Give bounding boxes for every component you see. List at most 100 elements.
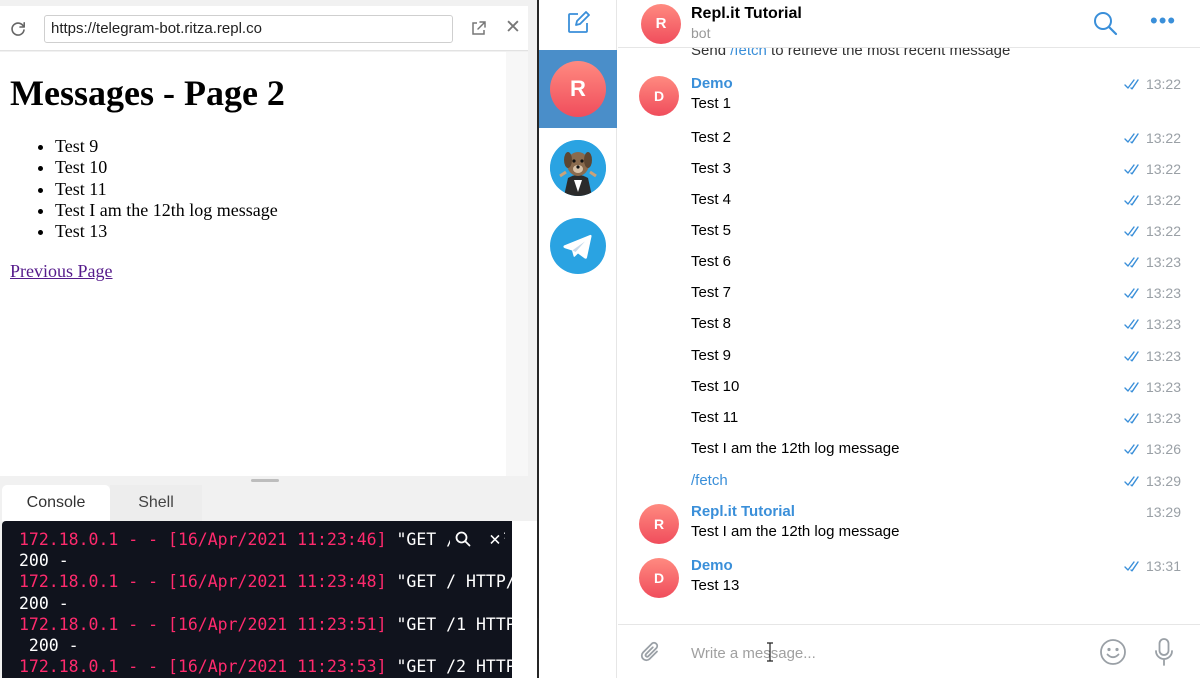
message-time: 13:29 [1145, 504, 1181, 520]
list-item: Test I am the 12th log message [55, 200, 496, 221]
avatar[interactable] [550, 140, 606, 196]
avatar[interactable]: D [639, 76, 679, 116]
message-meta: 13:26 [1124, 439, 1181, 459]
message-sender[interactable]: Demo [691, 556, 1181, 576]
message[interactable]: Test 3 13:22 [691, 159, 1181, 179]
text-cursor-icon [767, 642, 773, 662]
message[interactable]: Test 2 13:22 [691, 128, 1181, 148]
telegram-chat-sidebar: R [539, 0, 617, 678]
avatar[interactable] [550, 218, 606, 274]
message-text: Test 10 [691, 378, 740, 395]
chat-subtitle: bot [691, 25, 711, 41]
message-time: 13:23 [1145, 410, 1181, 426]
search-icon[interactable] [1092, 10, 1118, 36]
console-margin [512, 521, 538, 678]
chat-title[interactable]: Repl.it Tutorial [691, 5, 802, 23]
message[interactable]: Test 10 13:23 [691, 377, 1181, 397]
message-text: Test 8 [691, 315, 732, 332]
console-output[interactable]: 172.18.0.1 - - [16/Apr/2021 11:23:46] "G… [2, 521, 528, 678]
message-text: Test I am the 12th log message [691, 440, 900, 457]
message[interactable]: Test 5 13:22 [691, 221, 1181, 241]
double-check-icon [1124, 287, 1139, 298]
compose-icon[interactable] [566, 11, 590, 35]
message-sender[interactable]: Repl.it Tutorial [691, 502, 1181, 522]
message[interactable]: Test 4 13:22 [691, 190, 1181, 210]
message-text: Test 4 [691, 191, 732, 208]
message-time: 13:29 [1145, 473, 1181, 489]
emoji-icon[interactable] [1099, 638, 1127, 666]
avatar[interactable]: R [550, 61, 606, 117]
message[interactable]: Demo Test 13 13:31 [691, 556, 1181, 596]
message[interactable]: Test I am the 12th log message 13:26 [691, 439, 1181, 459]
double-check-icon [1124, 412, 1139, 423]
message-history[interactable]: D Demo Test 1 13:22 Test 2 13:22 Test 3 13:22 Te… [618, 48, 1200, 624]
message-time: 13:23 [1145, 348, 1181, 364]
message-meta: 13:22 [1124, 221, 1181, 241]
message-text[interactable]: /fetch [691, 471, 1181, 491]
pane-resize-handle[interactable] [251, 479, 279, 482]
dog-avatar-icon [550, 140, 606, 196]
page-heading: Messages - Page 2 [10, 73, 285, 113]
message-text: Test 5 [691, 222, 732, 239]
double-check-icon [1124, 132, 1139, 143]
search-icon[interactable] [454, 529, 472, 549]
message-text: Test 1 [691, 95, 732, 112]
avatar[interactable]: R [639, 504, 679, 544]
console-line: 200 - [19, 635, 79, 655]
message[interactable]: Test 11 13:23 [691, 408, 1181, 428]
message[interactable]: /fetch 13:29 [691, 471, 1181, 491]
message-time: 13:22 [1145, 76, 1181, 92]
console-line: 172.18.0.1 - - [16/Apr/2021 11:23:51] "G… [19, 614, 528, 634]
double-check-icon [1124, 256, 1139, 267]
console-line: 172.18.0.1 - - [16/Apr/2021 11:23:53] "G… [19, 657, 528, 677]
message-text: Test 11 [691, 409, 739, 426]
message-composer [618, 624, 1200, 678]
avatar[interactable]: R [641, 4, 681, 44]
message-text: Test 7 [691, 284, 732, 301]
close-icon[interactable]: ✕ [504, 18, 522, 37]
console-line: 200 - [19, 551, 69, 571]
microphone-icon[interactable] [1153, 637, 1175, 667]
message-time: 13:31 [1145, 558, 1181, 574]
double-check-icon [1124, 318, 1139, 329]
message-meta: 13:23 [1124, 377, 1181, 397]
message-meta: 13:22 [1124, 159, 1181, 179]
message-time: 13:22 [1145, 223, 1181, 239]
scrollbar[interactable] [506, 52, 528, 476]
avatar[interactable]: D [639, 558, 679, 598]
message[interactable]: Test 9 13:23 [691, 346, 1181, 366]
previous-page-link[interactable]: Previous Page [10, 261, 113, 282]
message-text: Test 6 [691, 253, 732, 270]
list-item: Test 13 [55, 221, 496, 242]
message-list: Test 9 Test 10 Test 11 Test I am the 12t… [10, 136, 496, 242]
attach-icon[interactable] [638, 639, 664, 665]
open-in-new-tab-icon[interactable] [470, 20, 487, 37]
double-check-icon [1124, 194, 1139, 205]
message-text: Test 3 [691, 160, 732, 177]
message-meta: 13:23 [1124, 346, 1181, 366]
message[interactable]: Test 6 13:23 [691, 252, 1181, 272]
message-input[interactable] [691, 642, 1111, 664]
url-field[interactable]: https://telegram-bot.ritza.repl.co [44, 15, 453, 43]
message-meta: 13:23 [1124, 283, 1181, 303]
double-check-icon [1124, 381, 1139, 392]
double-check-icon [1124, 225, 1139, 236]
message[interactable]: Repl.it Tutorial Test I am the 12th log m… [691, 502, 1181, 542]
tab-console[interactable]: Console [2, 485, 110, 521]
reload-icon[interactable] [9, 20, 27, 38]
telegram-plane-icon [563, 234, 592, 259]
tab-shell[interactable]: Shell [110, 485, 202, 521]
message-text: Test 9 [691, 347, 732, 364]
message-sender[interactable]: Demo [691, 74, 1181, 94]
message[interactable]: Test 7 13:23 [691, 283, 1181, 303]
message[interactable]: Demo Test 1 13:22 [691, 74, 1181, 114]
message-meta: 13:23 [1124, 252, 1181, 272]
browser-toolbar: https://telegram-bot.ritza.repl.co ✕ [0, 6, 528, 51]
message[interactable]: Test 8 13:23 [691, 314, 1181, 334]
more-icon[interactable]: ••• [1150, 10, 1176, 33]
console-tools: ✕ [450, 529, 504, 549]
list-item: Test 10 [55, 157, 496, 178]
message-time: 13:26 [1145, 441, 1181, 457]
close-icon[interactable]: ✕ [486, 529, 504, 549]
message-time: 13:23 [1145, 285, 1181, 301]
